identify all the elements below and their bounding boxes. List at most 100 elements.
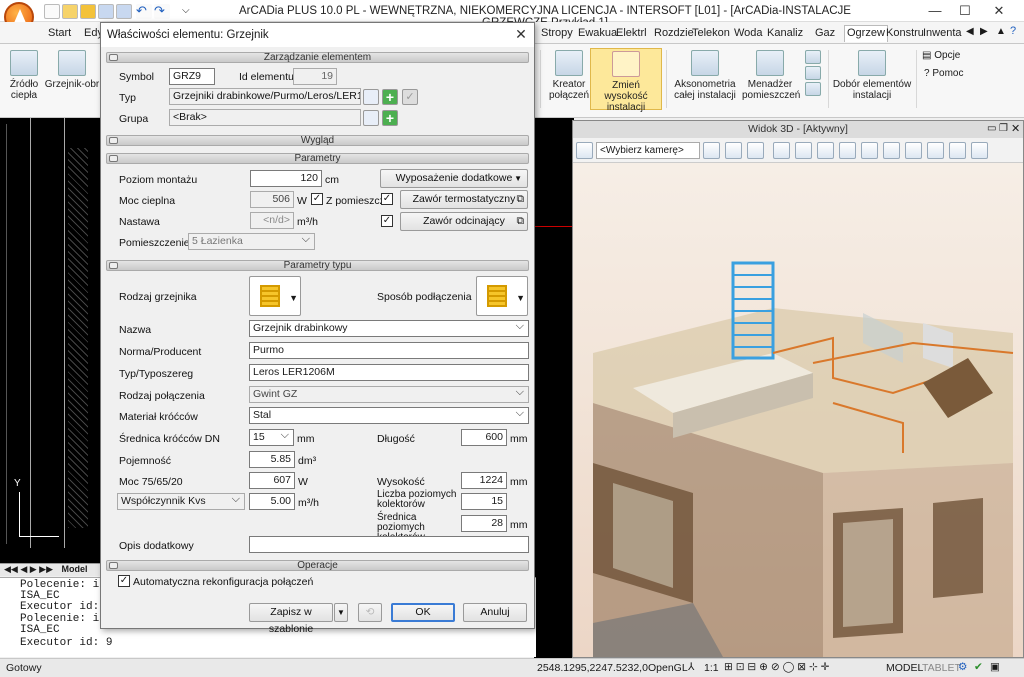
typ2-input[interactable]: Leros LER1206M [249, 364, 529, 381]
save-icon[interactable] [98, 4, 114, 19]
minimize-icon[interactable]: — [920, 2, 950, 20]
pomoc-button[interactable]: ? Pomoc [924, 68, 963, 79]
tabs-scroll-right-icon[interactable]: ▶ [980, 26, 988, 37]
status-tools-icon[interactable]: ⊞ ⊡ ⊟ ⊕ ⊘ ◯ ⊠ ⊹ ✛ [724, 661, 829, 673]
z-pomieszcz-checkbox[interactable]: ✓ [311, 193, 323, 205]
section-parametry-typu[interactable]: Parametry typu [106, 260, 529, 271]
section-toggle-icon[interactable] [109, 562, 118, 569]
tab-elektryka[interactable]: Elektrl [616, 25, 647, 42]
tab-telekomunikacja[interactable]: Telekon [692, 25, 730, 42]
section-toggle-icon[interactable] [109, 155, 118, 162]
open-folder-icon[interactable] [62, 4, 78, 19]
section-wyglad[interactable]: Wygląd [106, 135, 529, 146]
tab-inwentaryzacja[interactable]: Inwenta [923, 25, 962, 42]
zapisz-dropdown-icon[interactable]: ▼ [334, 603, 348, 622]
tab-ewakuacja[interactable]: Ewakua [578, 25, 617, 42]
kvs-select[interactable]: Współczynnik Kvs [117, 493, 245, 510]
tab-gaz[interactable]: Gaz [815, 25, 835, 42]
zawor-odc-checkbox[interactable]: ✓ [381, 215, 393, 227]
auto-rekonf-checkbox[interactable]: ✓ [118, 575, 130, 587]
camera-select[interactable]: <Wybierz kamerę> [596, 142, 700, 159]
kreator-polaczen-button[interactable]: Kreator połączeń [548, 48, 590, 110]
camera-icon[interactable] [576, 142, 593, 159]
tabs-scroll-left-icon[interactable]: ◀ [966, 26, 974, 37]
zawor-term-checkbox[interactable]: ✓ [381, 193, 393, 205]
view-tool-icon[interactable] [773, 142, 790, 159]
ribbon-small-tools[interactable] [802, 48, 824, 110]
view-3d-scene[interactable] [573, 163, 1023, 657]
tablet-toggle[interactable]: TABLET [922, 662, 961, 674]
scale-readout[interactable]: 1:1 [704, 662, 719, 674]
annotation-scale-icon[interactable]: ⅄ [688, 661, 694, 673]
ok-button[interactable]: OK [391, 603, 455, 622]
wysokosc-input[interactable]: 1224 [461, 472, 507, 489]
tab-konstrukcje[interactable]: Konstru [886, 25, 924, 42]
grupa-picker-icon[interactable] [363, 110, 379, 126]
tab-start[interactable]: Start [48, 25, 71, 42]
quick-action-icon[interactable] [80, 4, 96, 19]
view-tool-icon[interactable] [971, 142, 988, 159]
redo-icon[interactable]: ↷ [154, 4, 170, 19]
liczba-input[interactable]: 15 [461, 493, 507, 510]
section-zarzadzanie[interactable]: Zarządzanie elementem [106, 52, 529, 63]
new-file-icon[interactable] [44, 4, 60, 19]
help-icon[interactable]: ? [1010, 25, 1016, 37]
tab-model[interactable]: Model [62, 564, 88, 574]
nazwa-select[interactable]: Grzejnik drabinkowy [249, 320, 529, 337]
tab-woda[interactable]: Woda [734, 25, 763, 42]
fly-icon[interactable] [817, 142, 834, 159]
norma-input[interactable]: Purmo [249, 342, 529, 359]
section-toggle-icon[interactable] [109, 137, 118, 144]
cad-drawing-area-right[interactable] [534, 118, 574, 658]
ribbon-collapse-icon[interactable]: ▲ [996, 26, 1006, 37]
view-tool-icon[interactable] [703, 142, 720, 159]
wyposazenie-dropdown[interactable]: Wyposażenie dodatkowe ▼ [380, 169, 528, 188]
view-3d-minimize-icon[interactable]: ▭ [987, 123, 996, 134]
section-toggle-icon[interactable] [109, 262, 118, 269]
opis-input[interactable] [249, 536, 529, 553]
view-tool-icon[interactable] [927, 142, 944, 159]
rodzaj-grzejnika-picker[interactable]: ▼ [249, 276, 301, 316]
confirm-typ-icon[interactable]: ✓ [402, 89, 418, 105]
sred-kol-input[interactable]: 28 [461, 515, 507, 532]
dialog-close-icon[interactable]: ✕ [511, 26, 531, 44]
view-tool-icon[interactable] [747, 142, 764, 159]
zrodlo-ciepla-button[interactable]: Źródło ciepła [4, 48, 44, 110]
zapisz-w-szablonie-button[interactable]: Zapisz w szablonie [249, 603, 333, 635]
section-parametry[interactable]: Parametry [106, 153, 529, 164]
dobor-elementow-button[interactable]: Dobór elementów instalacji [832, 48, 912, 110]
section-operacje[interactable]: Operacje [106, 560, 529, 571]
undo-icon[interactable]: ↶ [136, 4, 152, 19]
aksonometria-button[interactable]: Aksonometria całej instalacji [670, 48, 740, 110]
view-tool-icon[interactable] [725, 142, 742, 159]
moc75-input[interactable]: 607 [249, 472, 295, 489]
close-icon[interactable]: ✕ [984, 2, 1014, 20]
view-tool-icon[interactable] [883, 142, 900, 159]
dlugosc-input[interactable]: 600 [461, 429, 507, 446]
tab-ogrzewanie[interactable]: Ogrzew [844, 25, 888, 42]
zawor-termostatyczny-button[interactable]: Zawór termostatyczny ⧉ [400, 190, 528, 209]
grzejnik-button[interactable]: Grzejnik-obr [44, 48, 100, 110]
tab-kanalizacja[interactable]: Kanaliz [767, 25, 803, 42]
tab-nav-icon[interactable]: ◀◀ ◀ ▶ ▶▶ [0, 564, 53, 574]
cad-drawing-area[interactable]: Y [0, 118, 100, 563]
tab-stropy[interactable]: Stropy [541, 25, 573, 42]
material-select[interactable]: Stal [249, 407, 529, 424]
pojemnosc-input[interactable]: 5.85 [249, 451, 295, 468]
view-tool-icon[interactable] [795, 142, 812, 159]
kvs-input[interactable]: 5.00 [249, 493, 295, 510]
section-toggle-icon[interactable] [109, 54, 118, 61]
zawor-odcinajacy-button[interactable]: Zawór odcinający ⧉ [400, 212, 528, 231]
status-ok-icon[interactable]: ✔ [974, 661, 983, 673]
zmien-wysokosc-button[interactable]: Zmień wysokość instalacji [590, 48, 662, 113]
add-typ-icon[interactable]: + [382, 89, 398, 105]
quick-access-dropdown-icon[interactable]: ⌵ [182, 5, 190, 16]
add-grupa-icon[interactable]: + [382, 110, 398, 126]
render-mode[interactable]: OpenGL [648, 662, 688, 674]
save-as-icon[interactable] [116, 4, 132, 19]
view-tool-icon[interactable] [839, 142, 856, 159]
sposob-podlaczenia-picker[interactable]: ▼ [476, 276, 528, 316]
view-tool-icon[interactable] [861, 142, 878, 159]
view-3d-close-icon[interactable]: ✕ [1011, 122, 1020, 135]
status-extra-icon[interactable]: ▣ [990, 661, 1000, 673]
